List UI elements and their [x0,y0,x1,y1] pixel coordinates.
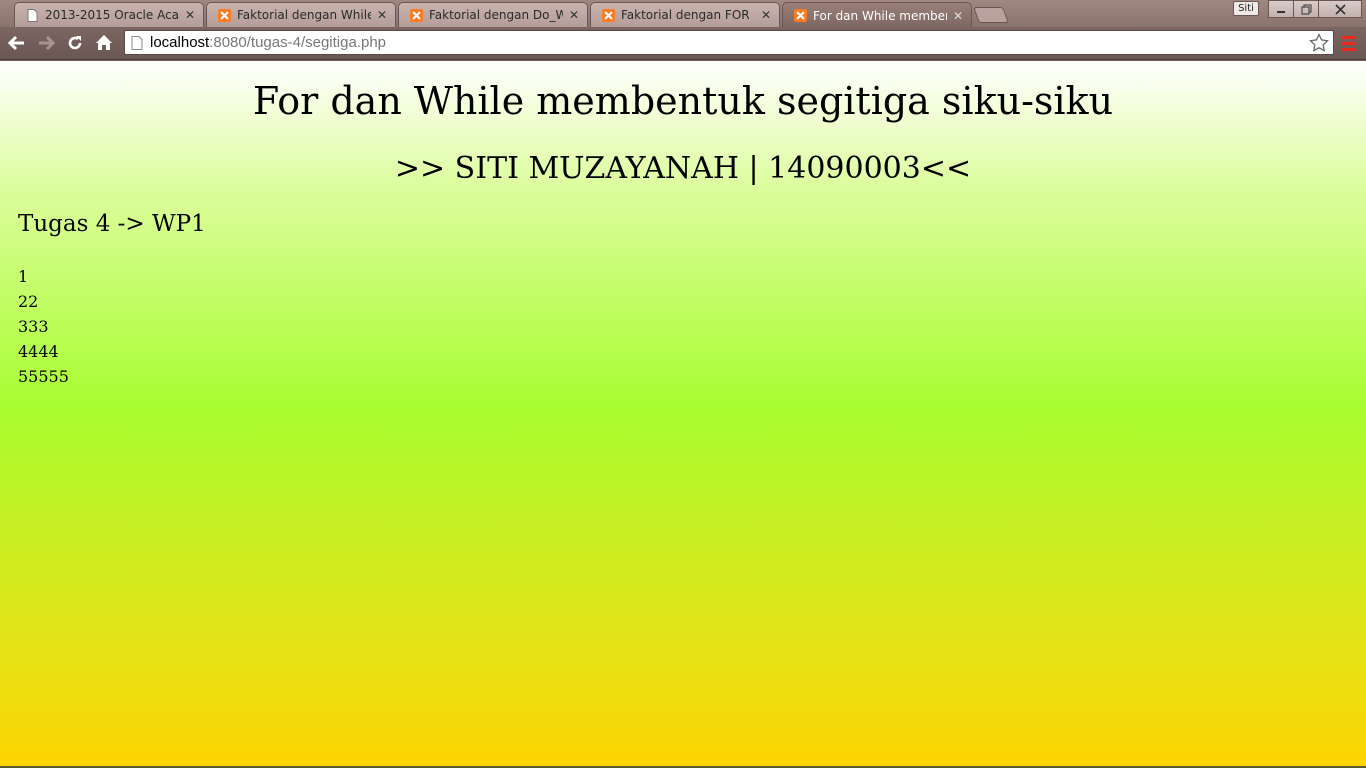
browser-toolbar: localhost :8080/tugas-4/segitiga.php [0,27,1366,60]
page-viewport: For dan While membentuk segitiga siku-si… [0,61,1366,768]
tab-oracle-academy[interactable]: 2013-2015 Oracle Academ ✕ [14,2,204,27]
tab-title: Faktorial dengan Do_Whil [429,8,563,22]
tab-title: Faktorial dengan FOR [621,8,750,22]
restore-button[interactable] [1293,0,1319,18]
close-icon[interactable]: ✕ [567,8,581,22]
page-icon [25,8,39,22]
tab-faktorial-while[interactable]: Faktorial dengan While ✕ [206,2,396,27]
xampp-icon [409,8,423,22]
tab-title: Faktorial dengan While [237,8,371,22]
tab-faktorial-do-while[interactable]: Faktorial dengan Do_Whil ✕ [398,2,588,27]
address-bar[interactable]: localhost :8080/tugas-4/segitiga.php [124,30,1334,55]
forward-arrow-icon [39,35,55,51]
triangle-line: 4444 [18,342,59,361]
xampp-icon [601,8,615,22]
triangle-line: 1 [18,267,29,286]
triangle-line: 333 [18,317,49,336]
triangle-line: 55555 [18,367,69,386]
reload-icon [68,36,82,50]
close-icon[interactable]: ✕ [759,8,773,22]
home-button[interactable] [92,32,116,54]
home-icon [96,35,112,50]
tab-strip: 2013-2015 Oracle Academ ✕ Faktorial deng… [0,0,1366,28]
restore-icon [1301,4,1311,14]
page-title: For dan While membentuk segitiga siku-si… [252,79,1114,123]
task-heading: Tugas 4 -> WP1 [18,211,206,237]
url-path: :8080/tugas-4/segitiga.php [209,34,387,51]
xampp-icon [793,9,807,23]
tab-title: 2013-2015 Oracle Academ [45,8,179,22]
author-heading: >> SITI MUZAYANAH | 14090003<< [394,151,972,186]
tab-title: For dan While membentuk [813,8,947,23]
back-arrow-icon [8,35,24,51]
back-button[interactable] [5,32,29,54]
tab-faktorial-for[interactable]: Faktorial dengan FOR ✕ [590,2,780,27]
tab-for-dan-while[interactable]: For dan While membentuk ✕ [782,2,972,28]
url-host: localhost [150,34,210,51]
reload-button[interactable] [63,32,87,54]
new-tab-button[interactable] [973,7,1009,23]
triangle-line: 22 [18,292,39,311]
close-icon [1334,3,1346,15]
bookmark-star-icon[interactable] [1309,33,1329,53]
menu-icon[interactable] [1340,33,1358,53]
close-icon[interactable]: ✕ [375,8,389,22]
forward-button[interactable] [34,32,58,54]
profile-button[interactable]: Siti [1233,1,1259,16]
close-icon[interactable]: ✕ [951,9,965,23]
close-icon[interactable]: ✕ [183,8,197,22]
close-window-button[interactable] [1318,0,1362,18]
minimize-icon [1277,11,1285,13]
xampp-icon [217,8,231,22]
page-icon [131,35,143,50]
minimize-button[interactable] [1268,0,1294,18]
triangle-output: 1 22 333 4444 55555 [18,264,69,389]
